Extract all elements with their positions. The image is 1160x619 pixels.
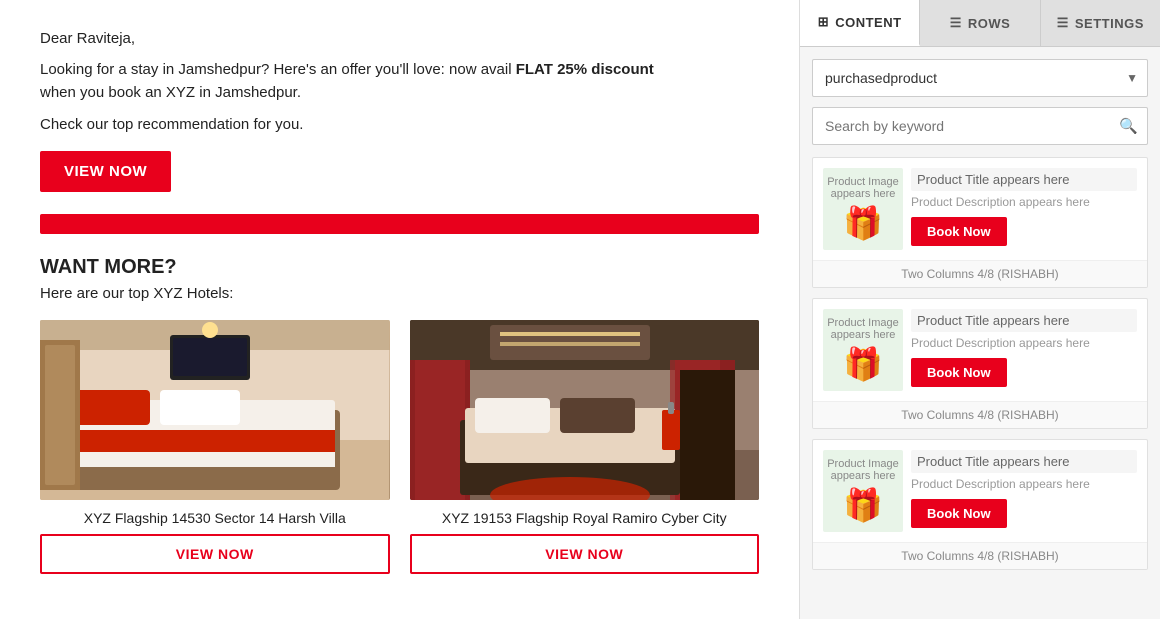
view-now-button[interactable]: VIEW NOW [40,151,171,192]
rows-tab-label: ROWS [968,16,1010,31]
book-now-button-1[interactable]: Book Now [911,217,1007,246]
product-image-label-3a: Product Image [827,458,899,470]
hotel-image-2 [410,320,760,500]
card-footer-3: Two Columns 4/8 (RISHABH) [813,542,1147,569]
email-preview-panel: Dear Raviteja, Looking for a stay in Jam… [0,0,800,619]
offer-line1: Looking for a stay in Jamshedpur? Here's… [40,61,512,78]
hotel-name-1: XYZ Flagship 14530 Sector 14 Harsh Villa [40,510,390,526]
product-filter-dropdown-wrap: purchasedproduct allproducts featured ▼ [812,59,1148,97]
product-desc-3: Product Description appears here [911,477,1137,491]
offer-line2: when you book an XYZ in Jamshedpur. [40,84,301,101]
product-title-1: Product Title appears here [911,168,1137,191]
product-details-3: Product Title appears here Product Descr… [911,450,1137,532]
product-filter-dropdown[interactable]: purchasedproduct allproducts featured [812,59,1148,97]
product-image-box-1: Product Image appears here 🎁 [823,168,903,250]
book-now-button-3[interactable]: Book Now [911,499,1007,528]
rows-tab-icon: ☰ [950,15,962,31]
product-desc-2: Product Description appears here [911,336,1137,350]
product-image-label-2a: Product Image [827,317,899,329]
tab-settings[interactable]: ☰ SETTINGS [1041,0,1160,46]
tab-bar: ⊞ CONTENT ☰ ROWS ☰ SETTINGS [800,0,1160,47]
product-desc-1: Product Description appears here [911,195,1137,209]
product-title-2: Product Title appears here [911,309,1137,332]
product-details-2: Product Title appears here Product Descr… [911,309,1137,391]
product-image-label-3b: appears here [831,470,896,482]
here-are-text: Here are our top XYZ Hotels: [40,285,759,302]
card-footer-2: Two Columns 4/8 (RISHABH) [813,401,1147,428]
content-tab-label: CONTENT [835,15,901,30]
search-wrap: 🔍 [812,107,1148,145]
gift-icon-3: 🎁 [843,486,883,524]
book-now-button-2[interactable]: Book Now [911,358,1007,387]
product-title-3: Product Title appears here [911,450,1137,473]
hotel-image-1 [40,320,390,500]
product-card-3: Product Image appears here 🎁 Product Tit… [812,439,1148,570]
product-card-2-inner: Product Image appears here 🎁 Product Tit… [813,299,1147,401]
offer-text: Looking for a stay in Jamshedpur? Here's… [40,59,759,104]
product-details-1: Product Title appears here Product Descr… [911,168,1137,250]
settings-tab-icon: ☰ [1057,15,1069,31]
search-icon: 🔍 [1119,117,1138,135]
gift-icon-2: 🎁 [843,345,883,383]
right-sidebar: ⊞ CONTENT ☰ ROWS ☰ SETTINGS purchasedpro… [800,0,1160,619]
tab-rows[interactable]: ☰ ROWS [920,0,1040,46]
want-more-heading: WANT MORE? [40,256,759,279]
hotel-card-2: XYZ 19153 Flagship Royal Ramiro Cyber Ci… [410,320,760,574]
product-image-label-1a: Product Image [827,176,899,188]
product-image-box-3: Product Image appears here 🎁 [823,450,903,532]
product-image-label-1b: appears here [831,188,896,200]
product-image-box-2: Product Image appears here 🎁 [823,309,903,391]
hotel-view-now-button-2[interactable]: VIEW NOW [410,534,760,574]
offer-bold: FLAT 25% discount [516,61,654,78]
hotel-name-2: XYZ 19153 Flagship Royal Ramiro Cyber Ci… [410,510,760,526]
tab-content[interactable]: ⊞ CONTENT [800,0,920,46]
search-input[interactable] [812,107,1148,145]
hotels-grid: XYZ Flagship 14530 Sector 14 Harsh Villa… [40,320,759,574]
product-card-1: Product Image appears here 🎁 Product Tit… [812,157,1148,288]
greeting-text: Dear Raviteja, [40,30,759,47]
hotel-card-1: XYZ Flagship 14530 Sector 14 Harsh Villa… [40,320,390,574]
gift-icon-1: 🎁 [843,204,883,242]
card-footer-1: Two Columns 4/8 (RISHABH) [813,260,1147,287]
panel-content: purchasedproduct allproducts featured ▼ … [800,47,1160,619]
product-card-2: Product Image appears here 🎁 Product Tit… [812,298,1148,429]
product-image-label-2b: appears here [831,329,896,341]
settings-tab-label: SETTINGS [1075,16,1144,31]
product-card-3-inner: Product Image appears here 🎁 Product Tit… [813,440,1147,542]
red-divider-bar [40,214,759,234]
hotel-view-now-button-1[interactable]: VIEW NOW [40,534,390,574]
content-tab-icon: ⊞ [818,14,829,30]
product-card-1-inner: Product Image appears here 🎁 Product Tit… [813,158,1147,260]
check-text: Check our top recommendation for you. [40,116,759,133]
